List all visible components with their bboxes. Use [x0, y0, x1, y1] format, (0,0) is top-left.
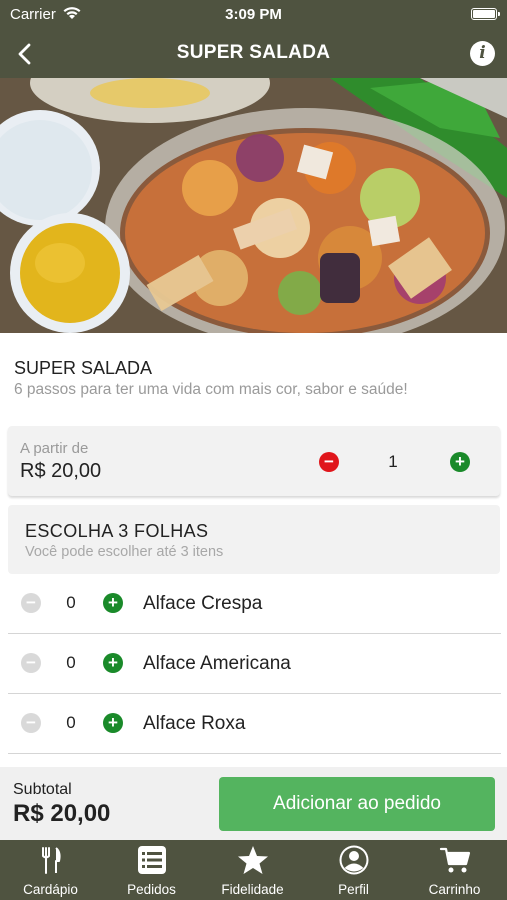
product-price: R$ 20,00	[20, 460, 102, 482]
option-decrease-button[interactable]: −	[21, 593, 41, 613]
status-time: 3:09 PM	[225, 6, 282, 23]
tab-carrinho[interactable]: Carrinho	[404, 840, 505, 900]
price-from-label: A partir de	[20, 440, 89, 457]
order-footer: Subtotal R$ 20,00 Adicionar ao pedido	[0, 767, 507, 840]
info-button[interactable]: i	[470, 41, 495, 66]
fork-knife-icon	[35, 844, 67, 876]
tab-fidelidade[interactable]: Fidelidade	[202, 840, 303, 900]
subtotal-value: R$ 20,00	[13, 800, 111, 827]
option-label: Alface Roxa	[143, 713, 246, 734]
navigation-bar: SUPER SALADA i	[0, 30, 507, 78]
option-increase-button[interactable]: +	[103, 653, 123, 673]
option-decrease-button[interactable]: −	[21, 653, 41, 673]
section-title: ESCOLHA 3 FOLHAS	[25, 521, 209, 541]
option-row-alface-roxa: − 0 + Alface Roxa	[0, 694, 507, 754]
option-quantity: 0	[66, 713, 76, 732]
option-increase-button[interactable]: +	[103, 593, 123, 613]
cart-icon	[439, 844, 471, 876]
option-row-alface-crespa: − 0 + Alface Crespa	[0, 574, 507, 634]
product-image	[0, 78, 507, 333]
tab-label: Cardápio	[23, 882, 78, 897]
increase-quantity-button[interactable]: +	[450, 452, 470, 472]
tab-label: Perfil	[338, 882, 369, 897]
tab-label: Carrinho	[428, 882, 481, 897]
star-icon	[237, 844, 269, 876]
page-title: SUPER SALADA	[176, 42, 331, 63]
option-increase-button[interactable]: +	[103, 713, 123, 733]
tab-cardapio[interactable]: Cardápio	[0, 840, 101, 900]
decrease-quantity-button[interactable]: −	[319, 452, 339, 472]
tab-bar: Cardápio Pedidos Fidelidade Perfil Carri…	[0, 840, 507, 900]
tab-label: Pedidos	[127, 882, 176, 897]
add-to-order-button[interactable]: Adicionar ao pedido	[219, 777, 495, 831]
quantity-value: 1	[388, 452, 398, 471]
product-description: 6 passos para ter uma vida com mais cor,…	[14, 381, 408, 398]
tab-label: Fidelidade	[221, 882, 284, 897]
subtotal-label: Subtotal	[13, 781, 72, 798]
option-quantity: 0	[66, 653, 76, 672]
status-bar: Carrier 3:09 PM	[0, 0, 507, 30]
battery-icon	[471, 8, 500, 20]
divider	[8, 753, 501, 754]
section-subtitle: Você pode escolher até 3 itens	[25, 544, 224, 560]
option-label: Alface Americana	[143, 653, 291, 674]
section-header: ESCOLHA 3 FOLHAS Você pode escolher até …	[8, 505, 500, 574]
profile-icon	[338, 844, 370, 876]
price-quantity-card: A partir de R$ 20,00 − 1 +	[8, 426, 500, 496]
product-name: SUPER SALADA	[14, 358, 153, 378]
option-label: Alface Crespa	[143, 593, 263, 614]
tab-perfil[interactable]: Perfil	[303, 840, 404, 900]
option-quantity: 0	[66, 593, 76, 612]
option-row-alface-americana: − 0 + Alface Americana	[0, 634, 507, 694]
option-decrease-button[interactable]: −	[21, 713, 41, 733]
list-icon	[136, 844, 168, 876]
tab-pedidos[interactable]: Pedidos	[101, 840, 202, 900]
